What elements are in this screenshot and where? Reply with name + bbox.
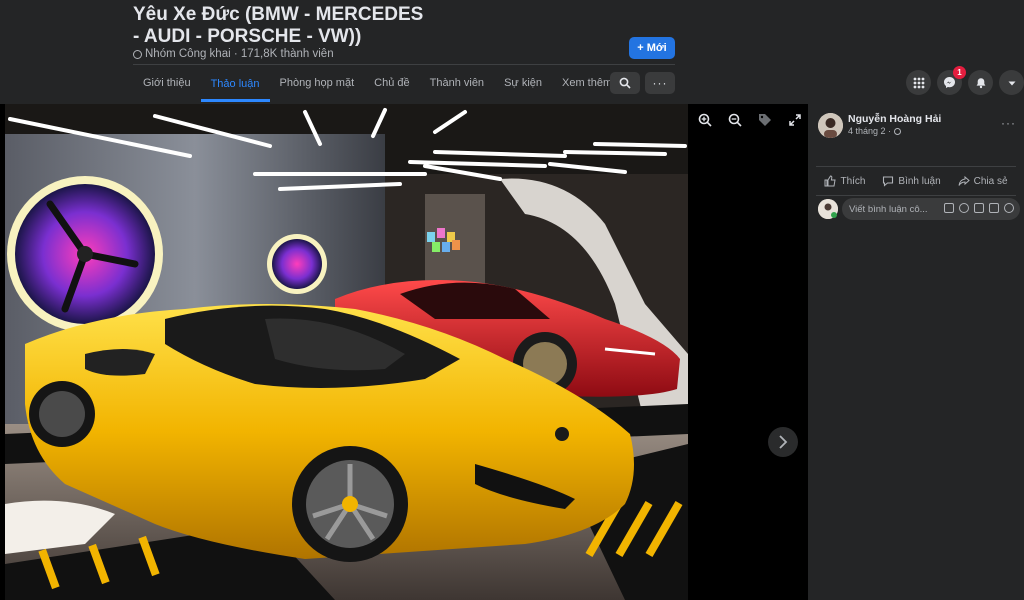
tab-discussion[interactable]: Thảo luận bbox=[200, 66, 270, 102]
zoom-out-button[interactable] bbox=[727, 112, 743, 128]
zoom-in-icon bbox=[698, 113, 712, 127]
current-user-avatar bbox=[818, 199, 838, 219]
plus-icon: + bbox=[637, 42, 644, 54]
photo-viewer bbox=[0, 104, 808, 600]
share-button[interactable]: Chia sẻ bbox=[958, 175, 1008, 187]
tag-button[interactable] bbox=[757, 112, 773, 128]
chevron-right-icon bbox=[779, 435, 788, 449]
next-photo-button[interactable] bbox=[768, 427, 798, 457]
gif-icon[interactable] bbox=[989, 203, 999, 213]
facebook-group-photo-viewer: Yêu Xe Đức (BMW - MERCEDES - AUDI - PORS… bbox=[0, 0, 1024, 600]
fullscreen-icon bbox=[789, 114, 801, 126]
tab-events[interactable]: Sự kiện bbox=[494, 66, 552, 100]
comment-button[interactable]: Bình luận bbox=[882, 175, 941, 187]
zoom-in-button[interactable] bbox=[697, 112, 713, 128]
group-search-button[interactable] bbox=[610, 72, 640, 94]
comment-input[interactable]: Viết bình luận cô... bbox=[842, 198, 1020, 220]
share-label: Chia sẻ bbox=[973, 175, 1008, 187]
post-time-text[interactable]: 4 tháng 2 · bbox=[848, 126, 891, 136]
camera-icon[interactable] bbox=[974, 203, 984, 213]
current-user-avatar-image bbox=[818, 199, 838, 219]
top-right-icons: 1 bbox=[906, 66, 1024, 95]
tab-see-more-label: Xem thêm bbox=[562, 77, 613, 89]
group-title[interactable]: Yêu Xe Đức (BMW - MERCEDES - AUDI - PORS… bbox=[133, 4, 433, 48]
panel-divider bbox=[816, 166, 1016, 167]
globe-icon bbox=[133, 49, 142, 59]
tab-members[interactable]: Thành viên bbox=[420, 66, 494, 100]
tab-about[interactable]: Giới thiệu bbox=[133, 66, 201, 100]
globe-icon bbox=[894, 127, 902, 135]
emoji-icon[interactable] bbox=[959, 203, 969, 213]
group-nav: Giới thiệu Thảo luận Phòng họp mặt Chủ đ… bbox=[133, 66, 633, 102]
menu-grid-icon bbox=[913, 77, 924, 88]
car-showroom-image bbox=[5, 104, 688, 600]
comment-icon bbox=[883, 176, 894, 187]
comment-label: Bình luận bbox=[898, 175, 941, 187]
new-button-label: Mới bbox=[646, 42, 667, 54]
group-more-button[interactable]: ··· bbox=[645, 72, 675, 94]
tab-rooms[interactable]: Phòng họp mặt bbox=[270, 66, 365, 100]
comment-input-placeholder: Viết bình luận cô... bbox=[849, 203, 928, 215]
viewer-tools bbox=[697, 112, 803, 128]
messenger-icon bbox=[944, 77, 955, 88]
comment-input-icons bbox=[944, 203, 1014, 213]
account-button[interactable] bbox=[999, 70, 1024, 95]
avatar-sticker-icon[interactable] bbox=[944, 203, 954, 213]
author-name[interactable]: Nguyễn Hoàng Hải bbox=[848, 113, 941, 125]
fullscreen-button[interactable] bbox=[787, 112, 803, 128]
panel-divider bbox=[816, 195, 1016, 196]
messenger-button[interactable]: 1 bbox=[937, 66, 966, 95]
like-label: Thích bbox=[840, 175, 866, 187]
notifications-button[interactable] bbox=[968, 70, 993, 95]
post-time: 4 tháng 2 · bbox=[848, 126, 902, 136]
header-divider bbox=[133, 64, 675, 65]
avatar-image bbox=[818, 113, 843, 138]
tab-topics[interactable]: Chủ đề bbox=[364, 66, 419, 100]
messenger-badge: 1 bbox=[953, 66, 966, 79]
new-button[interactable]: + Mới bbox=[629, 37, 675, 59]
post-panel: Nguyễn Hoàng Hải 4 tháng 2 · ··· Thích B… bbox=[808, 104, 1024, 600]
tag-icon bbox=[759, 114, 771, 126]
menu-button[interactable] bbox=[906, 70, 931, 95]
post-options-button[interactable]: ··· bbox=[1001, 116, 1016, 130]
bell-icon bbox=[976, 77, 985, 88]
search-icon bbox=[619, 77, 631, 89]
post-photo[interactable] bbox=[5, 104, 688, 600]
author-avatar[interactable] bbox=[818, 113, 843, 138]
caret-down-icon bbox=[1008, 81, 1015, 85]
post-actions: Thích Bình luận Chia sẻ bbox=[816, 168, 1016, 194]
zoom-out-icon bbox=[728, 113, 742, 127]
group-header: Yêu Xe Đức (BMW - MERCEDES - AUDI - PORS… bbox=[0, 0, 1024, 104]
group-meta-text: Nhóm Công khai · 171,8K thành viên bbox=[145, 48, 334, 60]
sticker-icon[interactable] bbox=[1004, 203, 1014, 213]
group-meta: Nhóm Công khai · 171,8K thành viên bbox=[133, 48, 334, 60]
like-button[interactable]: Thích bbox=[824, 175, 865, 187]
like-icon bbox=[824, 175, 837, 187]
share-icon bbox=[958, 175, 970, 186]
